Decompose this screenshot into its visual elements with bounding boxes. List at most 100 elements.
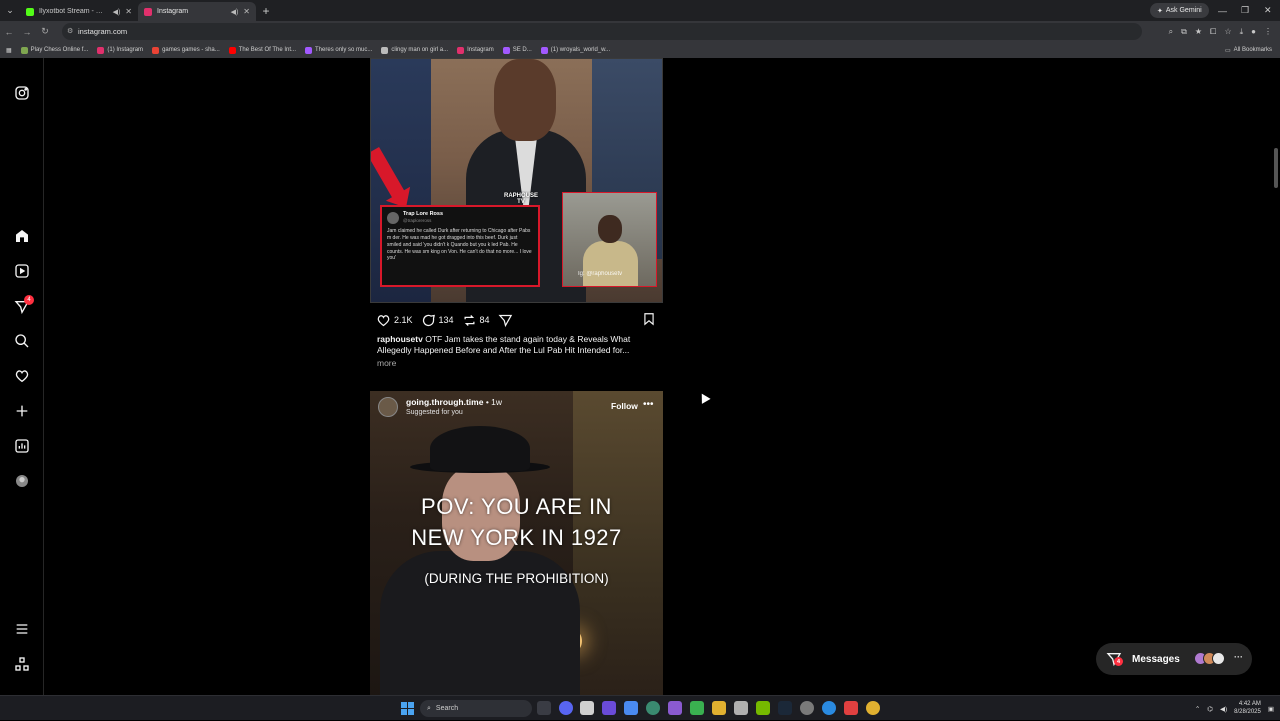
- nvidia-icon[interactable]: [756, 701, 770, 715]
- install-app-icon[interactable]: ⧉: [1181, 27, 1187, 37]
- post-username[interactable]: going.through.time: [406, 397, 483, 407]
- zoom-icon[interactable]: ⌕: [1169, 27, 1173, 37]
- caption-username[interactable]: raphousetv: [377, 334, 423, 344]
- favorites-icon[interactable]: ☆: [1224, 27, 1231, 36]
- bookmark-favicon-icon: [305, 46, 313, 54]
- edge-icon[interactable]: [822, 701, 836, 715]
- reload-button[interactable]: ↻: [36, 26, 54, 37]
- bookmark-item[interactable]: Instagram: [457, 46, 494, 54]
- profile-avatar-icon[interactable]: [13, 472, 31, 490]
- share-button[interactable]: [498, 313, 513, 328]
- bookmark-item[interactable]: clingy man on girl a...: [381, 46, 448, 54]
- tab-instagram[interactable]: Instagram ◀) ✕: [138, 2, 256, 21]
- more-options-icon[interactable]: •••: [643, 399, 654, 410]
- extensions-icon[interactable]: ⧠: [1210, 27, 1216, 37]
- notifications-heart-icon[interactable]: [13, 367, 31, 385]
- all-bookmarks-button[interactable]: ▭ All Bookmarks: [1225, 42, 1272, 58]
- bookmark-item[interactable]: SE D...: [502, 46, 532, 54]
- steam-icon[interactable]: [778, 701, 792, 715]
- app-icon[interactable]: [602, 701, 616, 715]
- comment-button[interactable]: 134: [421, 313, 454, 328]
- post-image[interactable]: Trap Lore Ross @traploreross Jam claimed…: [370, 58, 663, 303]
- heart-icon: [377, 314, 390, 326]
- instagram-logo-icon[interactable]: [13, 84, 31, 102]
- start-button[interactable]: [401, 702, 414, 715]
- clock-date: 8/28/2025: [1234, 708, 1261, 715]
- repost-count: 84: [479, 315, 490, 325]
- save-button[interactable]: [642, 312, 656, 328]
- site-info-icon[interactable]: ⚙: [67, 27, 73, 35]
- menu-icon[interactable]: ⋮: [1264, 27, 1272, 36]
- file-explorer-icon[interactable]: [712, 701, 726, 715]
- forward-button[interactable]: →: [18, 27, 36, 37]
- ask-gemini-label: Ask Gemini: [1165, 7, 1202, 14]
- apps-icon[interactable]: ▦: [6, 47, 12, 54]
- app-icon[interactable]: [668, 701, 682, 715]
- create-plus-icon[interactable]: [13, 402, 31, 420]
- app-icon[interactable]: [734, 701, 748, 715]
- scrollbar-thumb[interactable]: [1274, 148, 1278, 188]
- messages-label: Messages: [1132, 653, 1180, 665]
- messages-button[interactable]: 4 Messages ···: [1096, 643, 1252, 675]
- repost-button[interactable]: 84: [462, 313, 490, 328]
- messages-icon[interactable]: 4: [13, 295, 34, 316]
- avatar[interactable]: [378, 397, 398, 417]
- app-icon[interactable]: [646, 701, 660, 715]
- app-icon[interactable]: [580, 701, 594, 715]
- speaker-icon[interactable]: ◀): [113, 8, 121, 16]
- reels-icon[interactable]: [13, 262, 31, 280]
- overlay-line-1: POV: YOU ARE IN: [421, 494, 612, 519]
- follow-button[interactable]: Follow: [611, 401, 638, 411]
- discord-icon[interactable]: [559, 701, 573, 715]
- new-tab-button[interactable]: +: [256, 4, 276, 18]
- app-icon[interactable]: [844, 701, 858, 715]
- close-tab-icon[interactable]: ✕: [125, 7, 132, 16]
- home-icon[interactable]: [13, 227, 31, 245]
- post-actions: 2.1K 134 84: [376, 310, 656, 330]
- search-icon[interactable]: [13, 332, 31, 350]
- volume-icon[interactable]: ◀): [1220, 705, 1227, 713]
- chrome-icon[interactable]: [866, 701, 880, 715]
- back-button[interactable]: ←: [0, 27, 18, 37]
- post-video[interactable]: going.through.time • 1w Suggested for yo…: [370, 391, 663, 695]
- url-field[interactable]: ⚙ instagram.com: [62, 23, 1142, 40]
- raphouse-logo: RAPHOUSE TV: [503, 193, 538, 205]
- clock[interactable]: 4:42 AM 8/28/2025: [1234, 701, 1261, 717]
- overlay-subtext: (DURING THE PROHIBITION): [424, 571, 609, 586]
- close-window-button[interactable]: ✕: [1264, 0, 1272, 21]
- tab-kick-stream[interactable]: Ilyxotbot Stream - Watch Li ◀) ✕: [20, 2, 138, 21]
- bookmark-item[interactable]: The Best Of The Int...: [228, 46, 296, 54]
- clock-time: 4:42 AM: [1238, 700, 1261, 707]
- app-icon[interactable]: [690, 701, 704, 715]
- settings-icon[interactable]: [800, 701, 814, 715]
- dashboard-icon[interactable]: [13, 437, 31, 455]
- bookmark-item[interactable]: Play Chess Online f...: [20, 46, 88, 54]
- ask-gemini-button[interactable]: ✦ Ask Gemini: [1150, 3, 1209, 18]
- bookmark-star-icon[interactable]: ★: [1195, 27, 1202, 36]
- scrollbar[interactable]: [1272, 58, 1280, 695]
- speaker-icon[interactable]: ◀): [231, 8, 239, 16]
- chevron-up-icon[interactable]: ⌃: [1195, 705, 1200, 713]
- tab-search-button[interactable]: ⌄: [0, 0, 20, 21]
- taskbar-search[interactable]: ⌕ Search: [420, 700, 532, 717]
- caption-more-link[interactable]: more: [377, 358, 396, 368]
- address-bar-row: ← → ↻ ⚙ instagram.com ⌕ ⧉ ★ ⧠ ☆ ⤓ ● ⋮: [0, 21, 1280, 42]
- app-icon[interactable]: [624, 701, 638, 715]
- task-view-icon[interactable]: [537, 701, 551, 715]
- bookmark-favicon-icon: [502, 46, 510, 54]
- bookmark-item[interactable]: (1) wroyals_world_w...: [540, 46, 610, 54]
- network-icon[interactable]: ⌬: [1207, 705, 1213, 713]
- bookmark-item[interactable]: (1) Instagram: [97, 46, 143, 54]
- profile-icon[interactable]: ●: [1251, 27, 1256, 36]
- bookmark-item[interactable]: Theres only so muc...: [305, 46, 372, 54]
- maximize-button[interactable]: ❐: [1241, 0, 1249, 21]
- bookmark-item[interactable]: games games - sha...: [152, 46, 220, 54]
- notifications-icon[interactable]: ▣: [1268, 705, 1274, 713]
- minimize-button[interactable]: —: [1218, 0, 1227, 21]
- downloads-icon[interactable]: ⤓: [1240, 27, 1244, 37]
- bookmark-favicon-icon: [540, 46, 548, 54]
- close-tab-icon[interactable]: ✕: [243, 7, 250, 16]
- more-menu-icon[interactable]: [13, 620, 31, 638]
- also-from-meta-icon[interactable]: [13, 655, 31, 673]
- like-button[interactable]: 2.1K: [376, 313, 413, 328]
